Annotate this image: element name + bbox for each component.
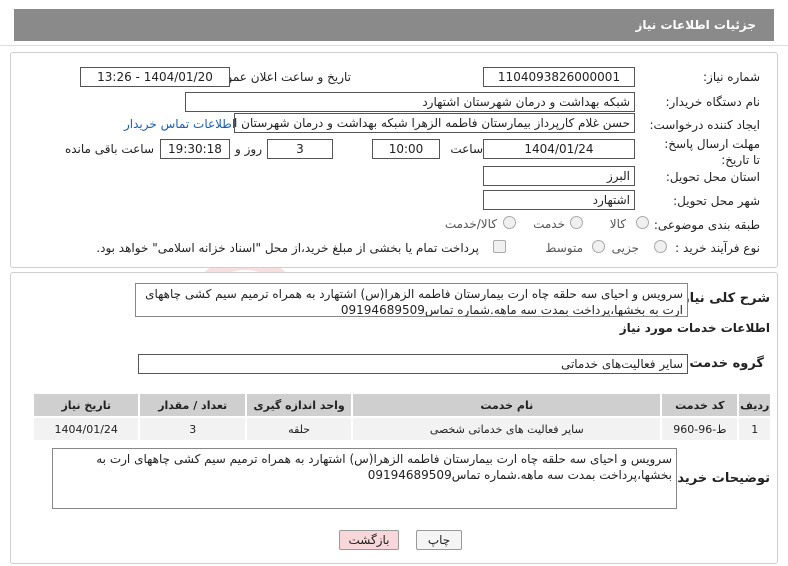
table-row[interactable]: 1 ط-96-960 سایر فعالیت های خدماتی شخصی ح…: [31, 416, 772, 442]
category-radio-goods-service[interactable]: [503, 216, 516, 229]
announce-datetime-field[interactable]: 1404/01/20 - 13:26: [80, 67, 230, 87]
treasury-payment-note: پرداخت تمام یا بخشی از مبلغ خرید،از محل …: [96, 241, 479, 255]
col-header-quantity: تعداد / مقدار: [138, 392, 247, 418]
col-header-row: ردیف: [737, 392, 772, 418]
service-group-field[interactable]: سایر فعالیت‌های خدماتی: [138, 354, 688, 374]
category-option-goods: کالا: [609, 217, 626, 231]
col-header-unit: واحد اندازه گیری: [244, 392, 354, 418]
cell-quantity: 3: [138, 416, 247, 442]
deadline-time-field[interactable]: 10:00: [372, 139, 440, 159]
city-field[interactable]: اشتهارد: [483, 190, 635, 210]
col-header-name: نام خدمت: [351, 392, 663, 418]
services-section-title: اطلاعات خدمات مورد نیاز: [619, 321, 770, 335]
summary-label: شرح کلی نیاز:: [676, 291, 770, 306]
buyer-contact-link[interactable]: اطلاعات تماس خریدار: [124, 117, 235, 131]
service-group-label: گروه خدمت:: [684, 356, 764, 371]
cell-row-number: 1: [737, 416, 772, 442]
category-option-goods-service: کالا/خدمت: [444, 217, 497, 231]
process-radio-minor[interactable]: [654, 240, 667, 253]
treasury-payment-checkbox[interactable]: [493, 240, 506, 253]
process-option-medium: متوسط: [545, 241, 583, 255]
creator-label: ایجاد کننده درخواست:: [649, 118, 760, 132]
creator-field[interactable]: حسن غلام کارپرداز بیمارستان فاطمه الزهرا…: [234, 113, 635, 133]
category-radio-goods[interactable]: [636, 216, 649, 229]
deadline-label: مهلت ارسال پاسخ: تا تاریخ:: [664, 137, 760, 167]
cell-need-date: 1404/01/24: [31, 416, 141, 442]
buyer-org-label: نام دستگاه خریدار:: [665, 95, 761, 109]
process-option-minor: جزیی: [611, 241, 639, 255]
city-label: شهر محل تحویل:: [673, 194, 760, 208]
page-title: جزئیات اطلاعات نیاز: [14, 9, 774, 41]
province-label: استان محل تحویل:: [665, 170, 760, 184]
buyer-org-field[interactable]: شبکه بهداشت و درمان شهرستان اشتهارد: [185, 92, 635, 112]
province-field[interactable]: البرز: [483, 166, 635, 186]
process-label: نوع فرآیند خرید :: [675, 241, 760, 255]
days-label: روز و: [235, 142, 262, 156]
deadline-time-label: ساعت: [450, 142, 483, 156]
category-option-service: خدمت: [533, 217, 565, 231]
need-number-label: شماره نیاز:: [703, 70, 760, 84]
category-label: طبقه بندی موضوعی:: [653, 218, 760, 232]
remaining-time-field[interactable]: 19:30:18: [160, 139, 230, 159]
deadline-date-field[interactable]: 1404/01/24: [483, 139, 635, 159]
cell-unit: حلقه: [244, 416, 354, 442]
print-button[interactable]: چاپ: [416, 530, 462, 550]
summary-textarea[interactable]: سرویس و احیای سه حلقه چاه ارت بیمارستان …: [135, 283, 688, 317]
need-number-field[interactable]: 1104093826000001: [483, 67, 635, 87]
col-header-code: کد خدمت: [660, 392, 740, 418]
remaining-time-label: ساعت باقی مانده: [64, 142, 154, 156]
days-field[interactable]: 3: [267, 139, 333, 159]
services-table: ردیف کد خدمت نام خدمت واحد اندازه گیری ت…: [31, 392, 772, 442]
back-button[interactable]: بازگشت: [339, 530, 399, 550]
col-header-need-date: تاریخ نیاز: [31, 392, 141, 418]
services-table-header: ردیف کد خدمت نام خدمت واحد اندازه گیری ت…: [31, 392, 772, 418]
cell-service-code: ط-96-960: [660, 416, 740, 442]
category-radio-service[interactable]: [570, 216, 583, 229]
process-radio-medium[interactable]: [592, 240, 605, 253]
cell-service-name: سایر فعالیت های خدماتی شخصی: [351, 416, 663, 442]
buyer-notes-textarea[interactable]: سرویس و احیای سه حلقه چاه ارت بیمارستان …: [52, 448, 677, 509]
